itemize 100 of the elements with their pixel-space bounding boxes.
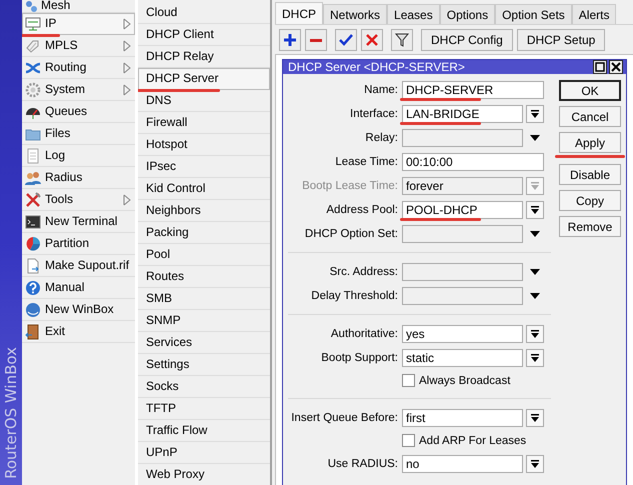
input-field[interactable]: 00:10:00 [402, 152, 544, 170]
down-arrow-icon [530, 230, 540, 238]
menu-item[interactable]: Log [22, 145, 135, 167]
door-icon [25, 324, 41, 340]
help-icon [25, 280, 41, 296]
dialog-title: DHCP Server <DHCP-SERVER> [288, 60, 466, 74]
document-icon [25, 148, 41, 164]
menu-item[interactable]: Exit [22, 321, 135, 343]
menu-item[interactable]: System [22, 79, 135, 101]
dropdown-button[interactable] [526, 104, 544, 122]
pie-chart-icon [25, 236, 41, 252]
menu-item[interactable]: IP [22, 13, 135, 35]
toolbar-button[interactable]: DHCP Setup [516, 29, 606, 51]
menu-item[interactable]: Files [22, 123, 135, 145]
submenu-arrow-icon [123, 62, 131, 74]
checkbox[interactable] [402, 434, 415, 447]
field-label: Src. Address: [328, 264, 398, 278]
people-icon [25, 170, 41, 186]
field-label: Interface: [349, 106, 398, 120]
dialog-button[interactable]: Apply [559, 132, 621, 153]
dropdown-button[interactable] [526, 324, 544, 342]
checkbox-label: Always Broadcast [419, 374, 510, 388]
dialog-button[interactable]: Remove [559, 216, 621, 237]
dialog-button[interactable]: OK [559, 80, 621, 101]
menu-item[interactable]: MPLS [22, 35, 135, 57]
highlight-underline [555, 155, 625, 158]
file-arrow-icon [25, 258, 41, 274]
field-label: Lease Time: [334, 154, 398, 168]
dropdown-field[interactable] [402, 128, 523, 146]
down-arrow-icon [530, 134, 540, 142]
menu-item[interactable]: Manual [22, 277, 135, 299]
toolbar-button[interactable] [391, 29, 413, 51]
tab[interactable]: Networks [323, 4, 388, 24]
dropdown-field[interactable] [402, 262, 523, 280]
dropdown-field[interactable] [402, 286, 523, 304]
menu-item[interactable]: Routing [22, 57, 135, 79]
dropdown-field[interactable]: no [402, 454, 523, 472]
ip-icon [25, 16, 41, 32]
dropdown-arrow-icon [530, 182, 540, 190]
dialog-button[interactable]: Disable [559, 164, 621, 185]
toolbar-button[interactable] [335, 29, 357, 51]
dialog-button[interactable]: Cancel [559, 106, 621, 127]
dropdown-button[interactable] [526, 454, 544, 472]
checkbox-label: Add ARP For Leases [419, 434, 526, 448]
tab[interactable]: DHCP [275, 2, 324, 24]
menu-item[interactable]: Radius [22, 167, 135, 189]
dropdown-arrow-icon [530, 110, 540, 118]
filter-icon [394, 32, 410, 48]
tab[interactable]: Options [440, 4, 496, 24]
terminal-icon [25, 214, 41, 230]
close-icon [364, 32, 380, 48]
dropdown-field[interactable]: first [402, 408, 523, 426]
input-field[interactable]: DHCP-SERVER [402, 80, 544, 98]
dropdown-field[interactable]: static [402, 348, 523, 366]
checkbox[interactable] [402, 374, 415, 387]
menu-item[interactable]: Make Supout.rif [22, 255, 135, 277]
field-label: DHCP Option Set: [304, 226, 398, 240]
field-label: Bootp Lease Time: [301, 178, 398, 192]
toolbar-button[interactable]: DHCP Config [421, 29, 513, 51]
field-label: Address Pool: [325, 202, 398, 216]
tab[interactable]: Leases [387, 4, 440, 24]
close-icon [611, 62, 621, 72]
dropdown-arrow-icon [530, 206, 540, 214]
dropdown-field[interactable]: POOL-DHCP [402, 200, 523, 218]
gear-icon [25, 82, 41, 98]
dropdown-field[interactable]: yes [402, 324, 523, 342]
down-arrow-icon [530, 268, 540, 276]
field-label: Name: [363, 82, 398, 96]
tab[interactable]: Alerts [572, 4, 616, 24]
field-label: Bootp Support: [320, 350, 398, 364]
toolbar-button[interactable] [305, 29, 327, 51]
brand-text: RouterOS WinBox [1, 347, 21, 479]
close-button[interactable] [609, 60, 623, 74]
dropdown-button[interactable] [526, 200, 544, 218]
dropdown-button[interactable] [526, 348, 544, 366]
menu-item[interactable]: Partition [22, 233, 135, 255]
tab[interactable]: Option Sets [495, 4, 572, 24]
menu-item[interactable]: Tools [22, 189, 135, 211]
dropdown-arrow-icon [530, 414, 540, 422]
tag-icon [25, 38, 41, 54]
field-label: Insert Queue Before: [290, 410, 398, 424]
menu-item[interactable]: New Terminal [22, 211, 135, 233]
submenu-arrow-icon [123, 40, 131, 52]
toolbar-button[interactable] [279, 29, 301, 51]
dropdown-field[interactable]: LAN-BRIDGE [402, 104, 523, 122]
submenu-arrow-icon [123, 194, 131, 206]
dropdown-button[interactable] [526, 408, 544, 426]
menu-item[interactable]: New WinBox [22, 299, 135, 321]
dropdown-field[interactable] [402, 224, 523, 242]
field-label: Use RADIUS: [326, 456, 398, 470]
maximize-icon [595, 62, 605, 72]
field-label: Relay: [364, 130, 398, 144]
submenu-item[interactable]: DHCP Server [138, 68, 270, 90]
maximize-button[interactable] [593, 60, 607, 74]
down-arrow-icon [530, 292, 540, 300]
dialog-button[interactable]: Copy [559, 190, 621, 211]
field-label: Authoritative: [330, 326, 398, 340]
dropdown-arrow-icon [530, 354, 540, 362]
network-icon [25, 0, 37, 12]
tools-icon [25, 192, 41, 208]
